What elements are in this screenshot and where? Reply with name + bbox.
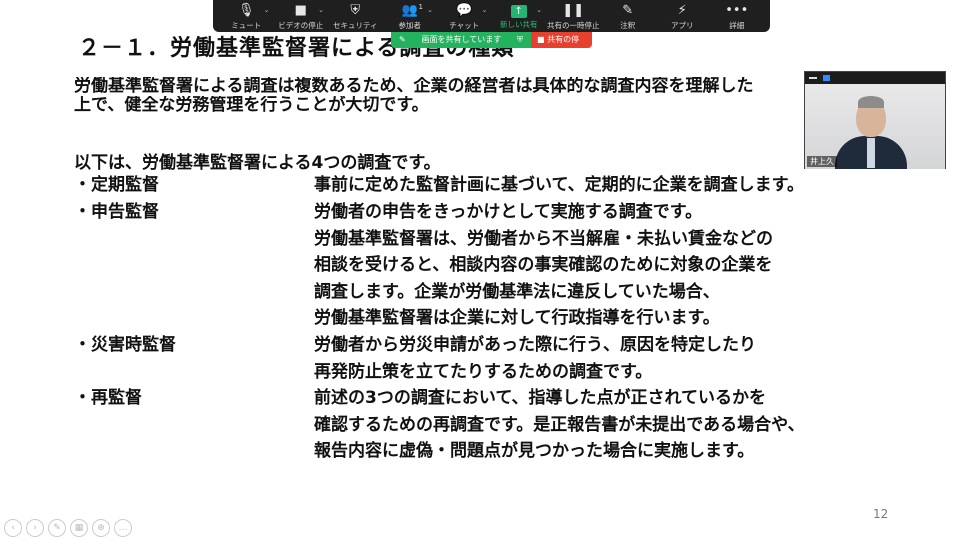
participant-name: 井上久 bbox=[807, 156, 837, 167]
list-intro: 以下は、労働基準監督署による4つの調査です。 bbox=[74, 153, 441, 173]
intro-line: 上で、健全な労務管理を行うことが大切です。 bbox=[74, 96, 429, 115]
intro-line: 労働基準監督署による調査は複数あるため、企業の経営者は具体的な調査内容を理解した bbox=[74, 77, 754, 96]
stop-video-button[interactable]: ■ ビデオの停止 ⌄ bbox=[274, 3, 329, 31]
description-line: 調査します。企業が労働基準法に違反していた場合、 bbox=[314, 281, 720, 302]
list-item-label: ・定期監督 bbox=[74, 175, 159, 195]
security-label: セキュリティ bbox=[332, 21, 378, 30]
apps-button[interactable]: ⚡ アプリ bbox=[655, 3, 710, 31]
screen-share-status-bar: ✎ 画面を共有しています ⛨ ■ 共有の停止 bbox=[391, 32, 592, 60]
microphone-icon: 🎙 bbox=[237, 3, 255, 18]
description-line: 労働者の申告をきっかけとして実施する調査です。 bbox=[314, 202, 703, 222]
list-item-description: 労働者から労災申請があった際に行う、原因を特定したり 再発防止策を立てたりするた… bbox=[314, 332, 756, 385]
person-tie bbox=[867, 138, 875, 168]
pen-icon: ✎ bbox=[399, 35, 406, 44]
list-item-label: ・申告監督 bbox=[74, 202, 159, 222]
description-line: 事前に定めた監督計画に基づいて、定期的に企業を調査します。 bbox=[314, 175, 804, 195]
shield-icon: ⛨ bbox=[350, 3, 361, 18]
description-line: 再発防止策を立てたりするための調査です。 bbox=[314, 361, 653, 382]
chevron-down-icon[interactable]: ⌄ bbox=[427, 6, 433, 14]
description-line: 労働者から労災申請があった際に行う、原因を特定したり bbox=[314, 335, 756, 355]
slide-intro-paragraph: 労働基準監督署による調査は複数あるため、企業の経営者は具体的な調査内容を理解した… bbox=[74, 77, 834, 115]
chat-button[interactable]: 💬 チャット ⌄ bbox=[437, 3, 492, 31]
list-item-description: 労働者の申告をきっかけとして実施する調査です。 労働基準監督署は、労働者から不当… bbox=[314, 199, 773, 332]
video-window-header bbox=[805, 72, 945, 84]
pen-tool-icon[interactable]: ✎ bbox=[48, 519, 66, 537]
stop-share-button[interactable]: ■ 共有の停止 bbox=[531, 32, 592, 60]
annotate-label: 注釈 bbox=[620, 21, 636, 30]
more-label: 詳細 bbox=[729, 21, 745, 30]
video-feed: 井上久 bbox=[805, 84, 945, 169]
chat-label: チャット bbox=[449, 21, 480, 30]
previous-slide-icon[interactable]: ‹ bbox=[4, 519, 22, 537]
participants-label: 参加者 bbox=[398, 21, 422, 30]
sharing-label: 画面を共有しています bbox=[421, 35, 502, 44]
more-button[interactable]: ••• 詳細 bbox=[710, 3, 765, 31]
video-camera-icon: ■ bbox=[294, 3, 307, 18]
description-line: 前述の3つの調査において、指導した点が正されているかを bbox=[314, 388, 766, 408]
meeting-toolbar: 🎙 ミュート ⌄ ■ ビデオの停止 ⌄ ⛨ セキュリティ 👥 1 参加者 ⌄ 💬… bbox=[213, 0, 770, 32]
new-share-label: 新しい共有 bbox=[500, 20, 538, 29]
more-options-icon[interactable]: … bbox=[114, 519, 132, 537]
mute-label: ミュート bbox=[231, 21, 262, 30]
description-line: 相談を受けると、相談内容の事実確認のために対象の企業を bbox=[314, 255, 773, 275]
pause-icon: ❚❚ bbox=[562, 3, 585, 18]
description-line: 確認するための再調査です。是正報告書が未提出である場合や、 bbox=[314, 414, 805, 435]
chevron-down-icon[interactable]: ⌄ bbox=[318, 6, 324, 14]
mute-button[interactable]: 🎙 ミュート ⌄ bbox=[219, 3, 274, 31]
new-share-button[interactable]: ↑ 新しい共有 ⌄ bbox=[492, 3, 547, 31]
chevron-down-icon[interactable]: ⌄ bbox=[536, 6, 542, 14]
slide-page-number: 12 bbox=[873, 507, 889, 521]
stop-icon: ■ bbox=[537, 35, 545, 44]
all-slides-icon[interactable]: ▦ bbox=[70, 519, 88, 537]
participants-icon: 👥 bbox=[401, 3, 418, 18]
description-line: 労働基準監督署は企業に対して行政指導を行います。 bbox=[314, 308, 720, 328]
chat-icon: 💬 bbox=[456, 3, 473, 18]
share-screen-icon: ↑ bbox=[510, 5, 527, 18]
chevron-down-icon[interactable]: ⌄ bbox=[264, 6, 270, 14]
next-slide-icon[interactable]: › bbox=[26, 519, 44, 537]
description-line: 労働基準監督署は、労働者から不当解雇・未払い賃金などの bbox=[314, 228, 773, 249]
list-item-description: 前述の3つの調査において、指導した点が正されているかを 確認するための再調査です… bbox=[314, 385, 805, 465]
participant-video-thumbnail[interactable]: 井上久 bbox=[804, 71, 946, 169]
minimize-icon[interactable] bbox=[809, 77, 817, 79]
shield-icon: ⛨ bbox=[517, 35, 523, 44]
participants-button[interactable]: 👥 1 参加者 ⌄ bbox=[383, 3, 438, 31]
chevron-down-icon[interactable]: ⌄ bbox=[482, 6, 488, 14]
sharing-indicator[interactable]: ✎ 画面を共有しています ⛨ bbox=[391, 32, 531, 48]
annotate-pen-icon: ✎ bbox=[622, 3, 634, 18]
description-line: 報告内容に虚偽・問題点が見つかった場合に実施します。 bbox=[314, 441, 755, 461]
list-item-description: 事前に定めた監督計画に基づいて、定期的に企業を調査します。 bbox=[314, 172, 804, 199]
slideshow-controls: ‹ › ✎ ▦ ⊕ … bbox=[4, 519, 132, 537]
list-item-label: ・災害時監督 bbox=[74, 335, 176, 355]
stop-video-label: ビデオの停止 bbox=[278, 21, 324, 30]
participants-count: 1 bbox=[418, 3, 423, 11]
list-item-label: ・再監督 bbox=[74, 388, 142, 408]
security-button[interactable]: ⛨ セキュリティ bbox=[328, 3, 383, 31]
pause-share-button[interactable]: ❚❚ 共有の一時停止 bbox=[546, 3, 601, 31]
apps-icon: ⚡ bbox=[677, 3, 687, 18]
person-hair bbox=[858, 96, 884, 108]
zoom-icon[interactable]: ⊕ bbox=[92, 519, 110, 537]
annotate-button[interactable]: ✎ 注釈 bbox=[601, 3, 656, 31]
pause-share-label: 共有の一時停止 bbox=[547, 21, 600, 30]
more-icon: ••• bbox=[725, 3, 749, 18]
apps-label: アプリ bbox=[671, 21, 694, 30]
view-switch-icon[interactable] bbox=[823, 75, 830, 81]
